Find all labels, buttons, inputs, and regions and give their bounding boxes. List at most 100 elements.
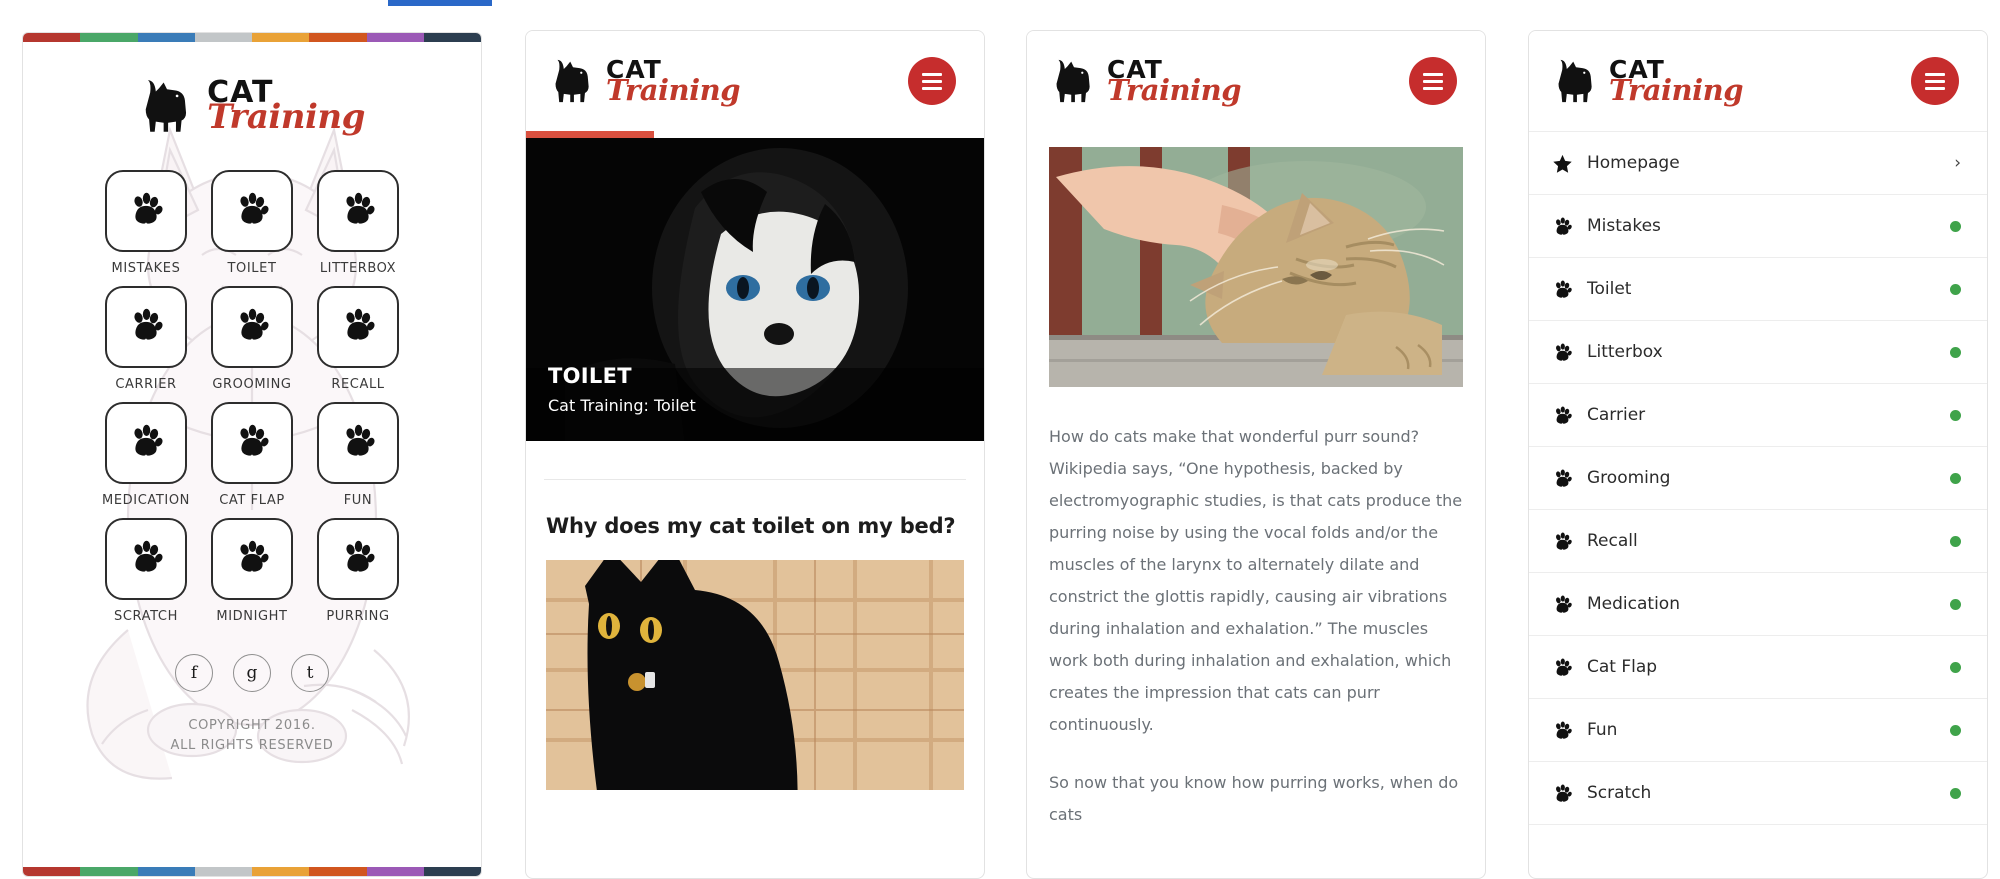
logo-word-training: Training [207, 97, 365, 138]
status-dot [1950, 724, 1961, 736]
menu-item-cat-flap[interactable]: Cat Flap [1529, 636, 1987, 699]
status-dot [1950, 283, 1961, 295]
tile-label: LITTERBOX [319, 261, 397, 276]
site-logo[interactable]: CAT Training [1051, 57, 1242, 104]
paw-icon [1553, 468, 1587, 488]
stripe-segment [80, 867, 138, 876]
twitter-icon[interactable]: t [291, 654, 329, 692]
stripe-segment [137, 33, 195, 42]
tile-button[interactable] [317, 518, 399, 600]
menu-item-recall[interactable]: Recall [1529, 510, 1987, 573]
google-plus-icon[interactable]: g [233, 654, 271, 692]
page-load-progress-track [526, 131, 984, 138]
tile-button[interactable] [317, 402, 399, 484]
menu-item-label: Carrier [1587, 405, 1646, 425]
menu-item-label: Fun [1587, 720, 1618, 740]
site-logo[interactable]: CAT Training [1553, 57, 1744, 104]
bottom-color-stripe [23, 867, 481, 876]
article-photo-hand-petting-cat [1049, 147, 1463, 387]
menu-item-label: Toilet [1587, 279, 1632, 299]
status-dot [1950, 535, 1961, 547]
menu-item-toilet[interactable]: Toilet [1529, 258, 1987, 321]
paw-icon [1553, 216, 1587, 236]
tile-carrier[interactable]: CARRIER [93, 286, 199, 392]
panel-homepage: CAT Training MISTAKES TOILET LITTERBOX C… [22, 32, 482, 877]
tile-fun[interactable]: FUN [305, 402, 411, 508]
tile-scratch[interactable]: SCRATCH [93, 518, 199, 624]
stripe-segment [80, 33, 138, 42]
tile-litterbox[interactable]: LITTERBOX [305, 170, 411, 276]
tile-button[interactable] [211, 170, 293, 252]
hero-banner: TOILET Cat Training: Toilet [526, 138, 984, 441]
hamburger-icon-bar [1925, 86, 1945, 90]
tile-button[interactable] [211, 402, 293, 484]
site-logo[interactable]: CAT Training [23, 42, 481, 152]
tile-button[interactable] [105, 286, 187, 368]
hamburger-menu-button[interactable] [1911, 57, 1959, 105]
hero-title: TOILET [548, 364, 632, 388]
paw-icon [235, 424, 269, 463]
tile-button[interactable] [317, 170, 399, 252]
tile-grooming[interactable]: GROOMING [199, 286, 305, 392]
tile-button[interactable] [105, 518, 187, 600]
facebook-icon[interactable]: f [175, 654, 213, 692]
menu-item-fun[interactable]: Fun [1529, 699, 1987, 762]
menu-item-label: Homepage [1587, 153, 1680, 173]
menu-item-label: Litterbox [1587, 342, 1663, 362]
menu-item-label: Grooming [1587, 468, 1671, 488]
tile-cat-flap[interactable]: CAT FLAP [199, 402, 305, 508]
tile-label: MISTAKES [111, 261, 181, 276]
cat-silhouette-icon [555, 59, 589, 103]
logo-wordmark: CAT Training [1609, 57, 1744, 104]
hamburger-icon-bar [1423, 86, 1443, 90]
paw-icon [129, 308, 163, 347]
status-dot [1950, 787, 1961, 799]
menu-item-grooming[interactable]: Grooming [1529, 447, 1987, 510]
social-links: f g t [23, 654, 481, 692]
homepage-content: CAT Training MISTAKES TOILET LITTERBOX C… [23, 42, 481, 867]
paw-icon [341, 308, 375, 347]
hamburger-icon-bar [1423, 72, 1443, 76]
tile-midnight[interactable]: MIDNIGHT [199, 518, 305, 624]
page-load-progress-bar [526, 131, 655, 138]
menu-item-homepage[interactable]: Homepage › [1529, 132, 1987, 195]
cat-silhouette-icon [1558, 59, 1592, 103]
menu-item-mistakes[interactable]: Mistakes [1529, 195, 1987, 258]
tile-toilet[interactable]: TOILET [199, 170, 305, 276]
paw-icon [1553, 594, 1587, 614]
hero-subtitle: Cat Training: Toilet [548, 396, 696, 415]
paw-icon [129, 192, 163, 231]
tile-button[interactable] [211, 286, 293, 368]
tile-label: CAT FLAP [219, 493, 285, 508]
tile-medication[interactable]: MEDICATION [93, 402, 199, 508]
tile-label: GROOMING [212, 377, 292, 392]
hamburger-menu-button[interactable] [908, 57, 956, 105]
tile-button[interactable] [211, 518, 293, 600]
tile-button[interactable] [105, 170, 187, 252]
copyright-line-2: ALL RIGHTS RESERVED [170, 738, 334, 754]
tile-purring[interactable]: PURRING [305, 518, 411, 624]
tile-recall[interactable]: RECALL [305, 286, 411, 392]
tile-label: MEDICATION [102, 493, 190, 508]
menu-item-litterbox[interactable]: Litterbox [1529, 321, 1987, 384]
menu-item-carrier[interactable]: Carrier [1529, 384, 1987, 447]
paw-icon [235, 540, 269, 579]
tile-button[interactable] [317, 286, 399, 368]
stripe-segment [423, 33, 481, 42]
paw-icon [129, 424, 163, 463]
article-photo-black-cat [546, 560, 964, 790]
menu-item-scratch[interactable]: Scratch [1529, 762, 1987, 825]
site-logo[interactable]: CAT Training [550, 57, 741, 104]
star-icon [1553, 154, 1587, 173]
tile-mistakes[interactable]: MISTAKES [93, 170, 199, 276]
menu-item-label: Cat Flap [1587, 657, 1658, 677]
stripe-segment [252, 867, 310, 876]
menu-item-medication[interactable]: Medication [1529, 573, 1987, 636]
paw-icon [341, 540, 375, 579]
panel-article-toilet: CAT Training TOILET Cat Training: Toilet… [525, 30, 985, 879]
logo-wordmark: CAT Training [207, 77, 365, 138]
tile-button[interactable] [105, 402, 187, 484]
status-dot [1950, 472, 1961, 484]
tile-label: PURRING [326, 609, 390, 624]
hamburger-menu-button[interactable] [1409, 57, 1457, 105]
